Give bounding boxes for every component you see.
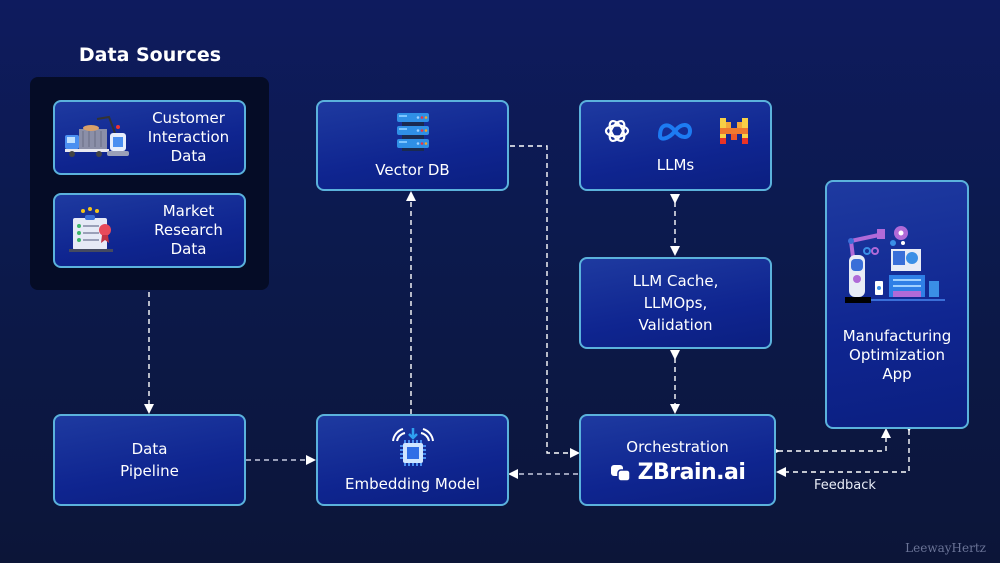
node-orchestration[interactable]: Orchestration ZBrain.ai: [579, 414, 776, 506]
mistral-icon: [719, 118, 748, 144]
node-label: Manufacturing Optimization App: [842, 327, 952, 383]
node-embedding-model[interactable]: Embedding Model: [316, 414, 509, 506]
feedback-label: Feedback: [814, 478, 876, 493]
node-llms[interactable]: LLMs: [579, 100, 772, 191]
robot-arm-factory-icon: [845, 226, 945, 303]
node-vector-db[interactable]: Vector DB: [316, 100, 509, 191]
node-label: LLM Cache, LLMOps, Validation: [632, 272, 719, 334]
node-label: Vector DB: [375, 161, 450, 179]
node-label: Embedding Model: [345, 474, 480, 493]
meta-icon: [657, 123, 692, 141]
edge-feedback: [776, 422, 914, 477]
watermark: LeewayHertz: [905, 541, 986, 555]
edge-orchestration-app: [770, 428, 891, 456]
node-llm-cache[interactable]: LLM Cache, LLMOps, Validation: [579, 257, 772, 349]
zbrain-logo: ZBrain.ai: [610, 460, 746, 485]
clipboard-report-icon: [69, 206, 113, 252]
source-market-research[interactable]: Market Research Data: [53, 193, 246, 268]
data-sources-title: Data Sources: [78, 44, 222, 66]
node-label: Orchestration: [626, 438, 729, 456]
node-label: LLMs: [656, 156, 695, 174]
source-label: Market Research Data: [154, 202, 223, 258]
node-data-pipeline[interactable]: Data Pipeline: [53, 414, 246, 506]
source-customer-interaction[interactable]: Customer Interaction Data: [53, 100, 246, 175]
zbrain-chat-icon: [610, 464, 631, 482]
source-label: Customer Interaction Data: [147, 109, 230, 165]
node-label: Data Pipeline: [120, 440, 179, 480]
truck-loading-icon: [65, 115, 129, 157]
zbrain-brand-text: ZBrain.ai: [637, 460, 746, 485]
server-stack-icon: [396, 113, 429, 151]
node-manufacturing-app[interactable]: Manufacturing Optimization App: [825, 180, 969, 429]
chip-icon: [391, 427, 434, 466]
openai-icon: [604, 119, 629, 143]
edge-vectordb-to-orchestration: [510, 145, 580, 458]
